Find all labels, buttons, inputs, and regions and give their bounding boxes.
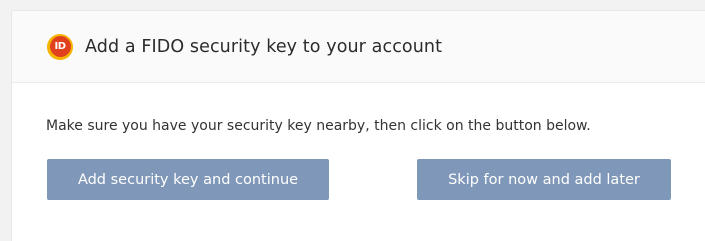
id-logo-icon: ID	[47, 33, 73, 60]
fido-card: ID Add a FIDO security key to your accou…	[11, 10, 705, 241]
id-logo-text: ID	[49, 36, 71, 57]
skip-button[interactable]: Skip for now and add later	[417, 159, 671, 200]
card-body: Make sure you have your security key nea…	[12, 83, 705, 135]
instructions-text: Make sure you have your security key nea…	[46, 118, 591, 134]
card-header: ID Add a FIDO security key to your accou…	[12, 11, 705, 83]
page-title: Add a FIDO security key to your account	[85, 36, 443, 57]
add-security-key-button[interactable]: Add security key and continue	[47, 159, 329, 200]
